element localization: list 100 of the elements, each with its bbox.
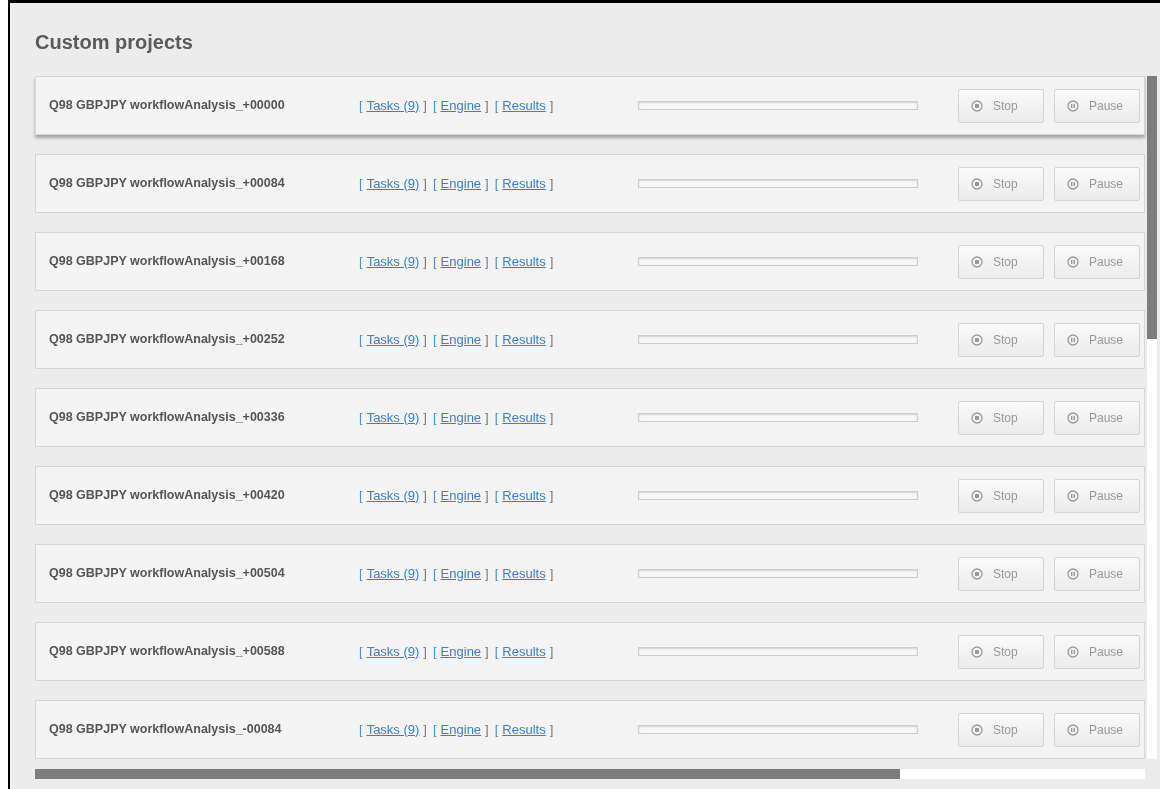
project-link[interactable]: Results (502, 485, 546, 506)
project-link[interactable]: Results (502, 563, 546, 584)
stop-icon (971, 177, 983, 190)
bracket: ] (485, 720, 489, 739)
pause-button[interactable]: Pause (1054, 634, 1140, 669)
stop-icon (971, 723, 983, 736)
pause-button[interactable]: Pause (1054, 556, 1140, 591)
bracket: [ (433, 174, 437, 193)
project-link[interactable]: Results (502, 719, 546, 740)
pause-icon (1067, 567, 1079, 580)
bracket: ] (485, 486, 489, 505)
pause-icon (1067, 489, 1079, 502)
pause-button[interactable]: Pause (1054, 478, 1140, 513)
bracket: ] (485, 96, 489, 115)
bracket: ] (423, 174, 427, 193)
bracket: [ (433, 564, 437, 583)
bracket: ] (423, 408, 427, 427)
project-link[interactable]: Tasks (9) (366, 251, 420, 272)
stop-button[interactable]: Stop (958, 556, 1044, 591)
project-name: Q98 GBPJPY workflowAnalysis_+00420 (49, 487, 286, 505)
stop-icon (971, 567, 983, 580)
pause-button[interactable]: Pause (1054, 322, 1140, 357)
stop-button[interactable]: Stop (958, 478, 1044, 513)
horizontal-scrollbar[interactable] (35, 769, 1145, 779)
bracket: ] (485, 330, 489, 349)
bracket: [ (494, 720, 499, 739)
stop-button[interactable]: Stop (958, 400, 1044, 435)
section-title: Custom projects (34, 30, 194, 55)
stop-button[interactable]: Stop (958, 244, 1044, 279)
vertical-scrollbar[interactable] (1147, 76, 1157, 759)
bracket: [ (359, 408, 363, 427)
project-link[interactable]: Tasks (9) (366, 719, 420, 740)
bracket: [ (433, 486, 437, 505)
pause-button[interactable]: Pause (1054, 712, 1140, 747)
scrollbar-thumb[interactable] (1147, 76, 1157, 339)
project-link[interactable]: Engine (440, 719, 482, 740)
bracket: [ (494, 330, 499, 349)
project-name: Q98 GBPJPY workflowAnalysis_+00504 (49, 565, 286, 583)
project-link[interactable]: Engine (440, 641, 482, 662)
pause-button[interactable]: Pause (1054, 400, 1140, 435)
stop-button[interactable]: Stop (958, 634, 1044, 669)
bracket: [ (359, 96, 363, 115)
bracket: [ (433, 96, 437, 115)
project-link[interactable]: Engine (440, 563, 482, 584)
project-link[interactable]: Results (502, 641, 546, 662)
pause-icon (1067, 645, 1079, 658)
stop-button[interactable]: Stop (958, 166, 1044, 201)
project-link[interactable]: Results (502, 95, 546, 116)
project-link[interactable]: Engine (440, 485, 482, 506)
project-link[interactable]: Tasks (9) (366, 641, 420, 662)
project-link[interactable]: Tasks (9) (366, 173, 420, 194)
project-name: Q98 GBPJPY workflowAnalysis_+00588 (49, 643, 286, 661)
stop-icon (971, 489, 983, 502)
pause-button[interactable]: Pause (1054, 88, 1140, 123)
bracket: ] (423, 642, 427, 661)
project-name: Q98 GBPJPY workflowAnalysis_+00252 (49, 331, 286, 349)
project-name: Q98 GBPJPY workflowAnalysis_+00336 (49, 409, 286, 427)
project-link[interactable]: Tasks (9) (366, 95, 420, 116)
project-link[interactable]: Tasks (9) (366, 407, 420, 428)
pause-button[interactable]: Pause (1054, 244, 1140, 279)
bracket: [ (494, 174, 499, 193)
stop-button[interactable]: Stop (958, 88, 1044, 123)
bracket: ] (485, 252, 489, 271)
scrollbar-thumb[interactable] (35, 769, 900, 779)
project-link[interactable]: Engine (440, 329, 482, 350)
stop-button[interactable]: Stop (958, 322, 1044, 357)
project-link[interactable]: Results (502, 251, 546, 272)
bracket: ] (549, 96, 554, 115)
project-link[interactable]: Tasks (9) (366, 485, 420, 506)
bracket: [ (494, 252, 499, 271)
bracket: [ (433, 252, 437, 271)
stop-icon (971, 99, 983, 112)
bracket: [ (433, 330, 437, 349)
bracket: [ (494, 564, 499, 583)
project-link[interactable]: Engine (440, 173, 482, 194)
project-link[interactable]: Results (502, 329, 546, 350)
bracket: ] (423, 96, 427, 115)
project-link[interactable]: Engine (440, 251, 482, 272)
pause-icon (1067, 411, 1079, 424)
bracket: [ (359, 330, 363, 349)
project-link[interactable]: Engine (440, 95, 482, 116)
bracket: [ (359, 486, 363, 505)
pause-icon (1067, 177, 1079, 190)
project-link[interactable]: Tasks (9) (366, 563, 420, 584)
pause-icon (1067, 723, 1079, 736)
pause-button[interactable]: Pause (1054, 166, 1140, 201)
project-link[interactable]: Tasks (9) (366, 329, 420, 350)
stop-button[interactable]: Stop (958, 712, 1044, 747)
project-link[interactable]: Results (502, 173, 546, 194)
project-link[interactable]: Engine (440, 407, 482, 428)
pause-icon (1067, 333, 1079, 346)
bracket: [ (359, 174, 363, 193)
bracket: [ (433, 642, 437, 661)
bracket: [ (433, 408, 437, 427)
bracket: ] (485, 174, 489, 193)
project-link[interactable]: Results (502, 407, 546, 428)
project-name: Q98 GBPJPY workflowAnalysis_-00084 (49, 721, 283, 739)
bracket: ] (485, 408, 489, 427)
bracket: [ (494, 486, 499, 505)
bracket: [ (433, 720, 437, 739)
